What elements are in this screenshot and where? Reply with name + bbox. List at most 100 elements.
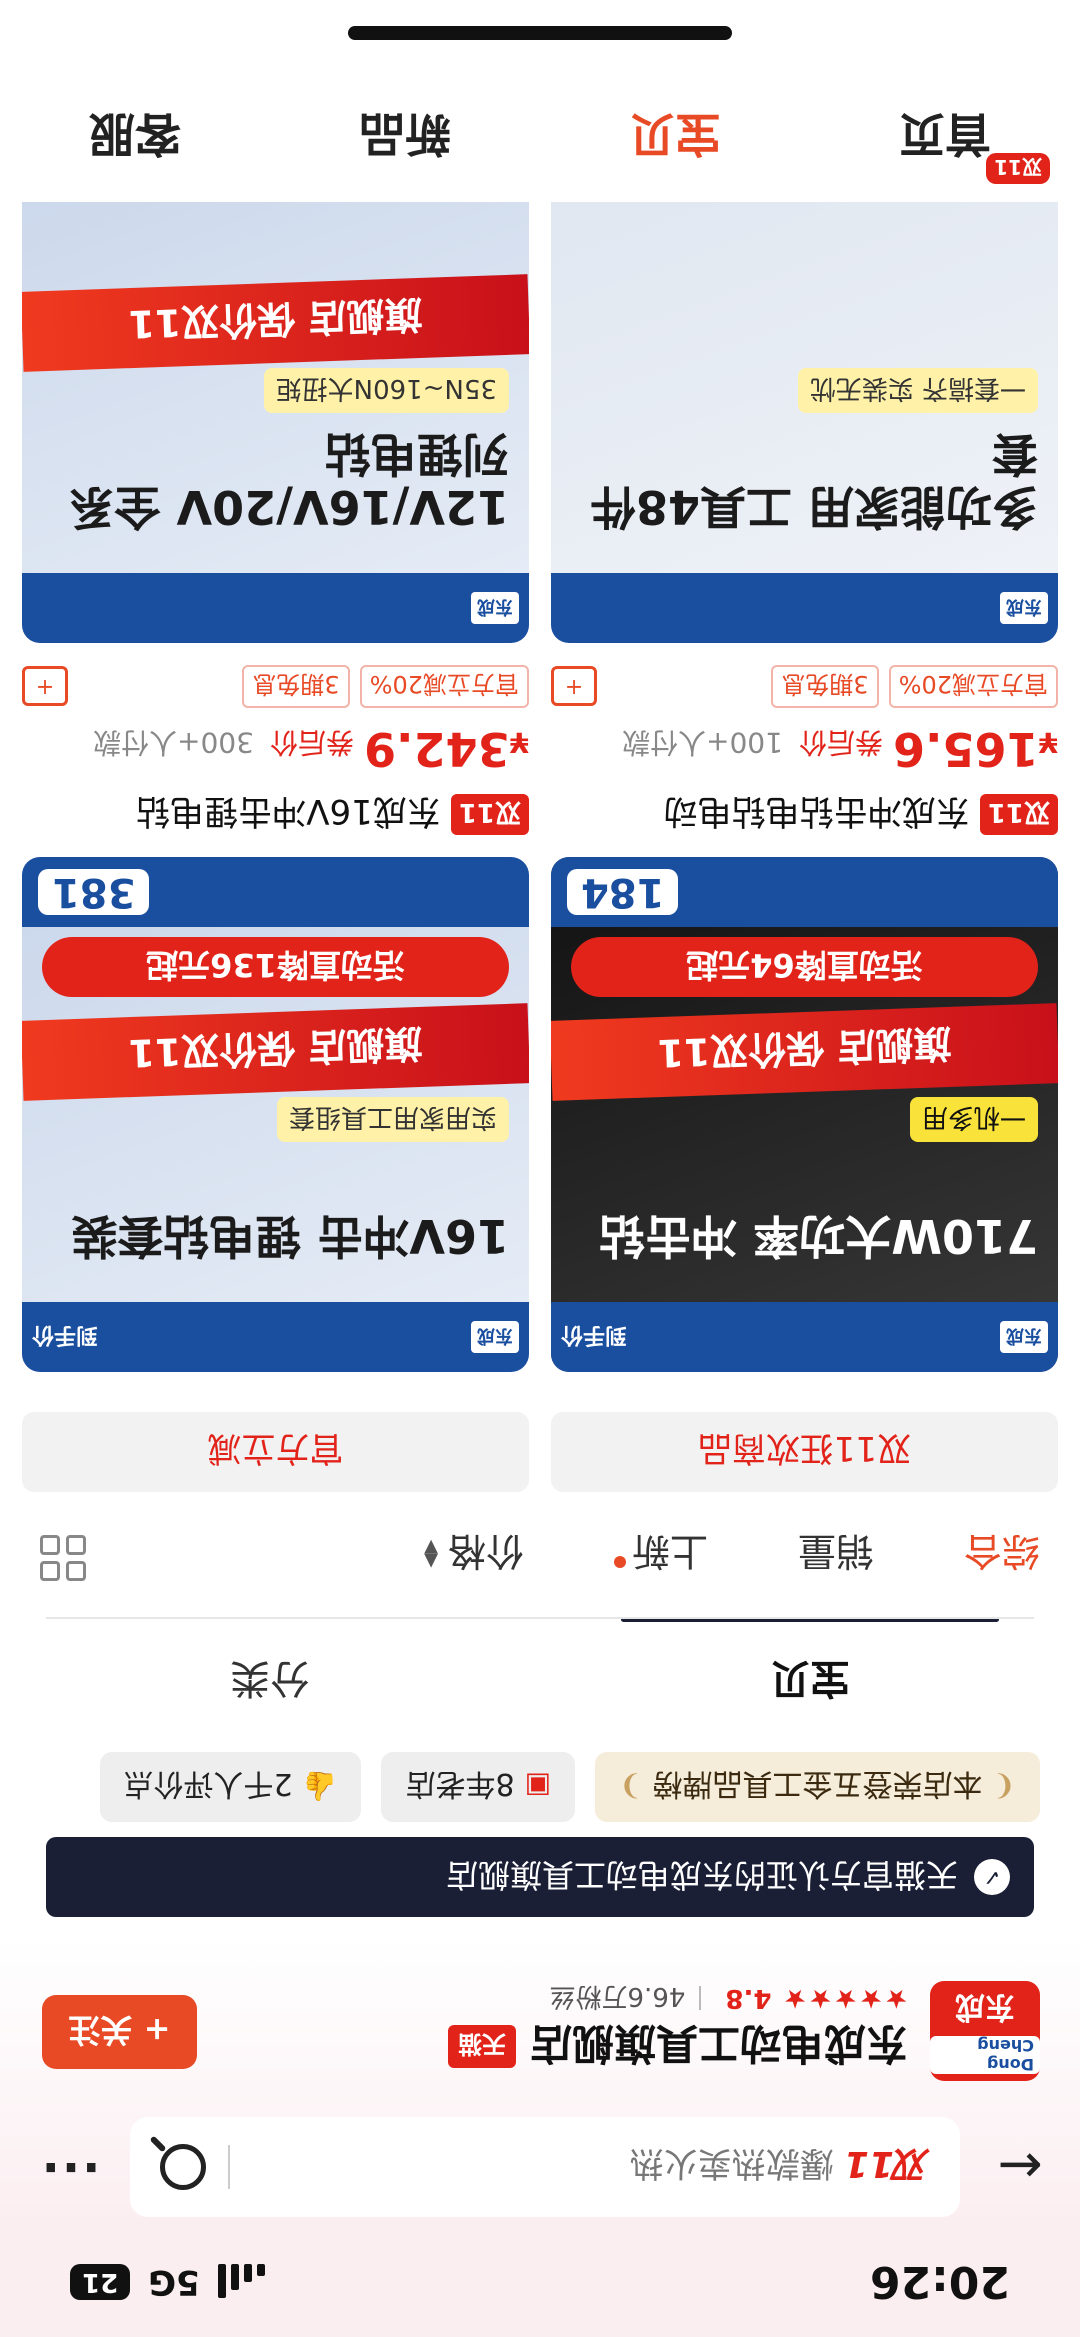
shop-name[interactable]: 东成电动工具旗舰店 — [530, 2016, 908, 2077]
nav-new[interactable]: 新品 — [270, 104, 540, 170]
laurel-icon: ❨ — [992, 1770, 1016, 1804]
product-image[interactable]: 东成 多功能家用 工具48件套 一套搞齐 实装无忧 — [551, 128, 1058, 643]
product-title[interactable]: 东成16V冲击锂电钻 — [136, 790, 441, 839]
certified-banner[interactable]: ✓ 天猫官方认证的东成电动工具旗舰店 — [46, 1837, 1034, 1917]
chip-store-age[interactable]: ▣ 8年老店 — [381, 1752, 576, 1822]
price-label: 券后价 — [798, 726, 883, 759]
screen: 20:26 5G 21 ← 双11 爆款热卖火热 ··· Dong Cheng … — [0, 0, 1080, 2337]
shop-tabs: 宝贝 分类 — [0, 1617, 1080, 1747]
network-label: 5G — [148, 2262, 200, 2302]
more-icon[interactable]: ··· — [10, 2139, 130, 2195]
add-to-cart-icon[interactable]: + — [22, 666, 68, 707]
signal-icon — [217, 2264, 265, 2300]
category-buttons: 双11狂欢商品 官方立减 — [0, 1382, 1080, 1492]
image-bottom-bar: 381 — [22, 857, 529, 927]
product-price: 342.9 — [364, 722, 510, 776]
nav-service[interactable]: 客服 — [0, 104, 270, 170]
product-title[interactable]: 东成冲击钻电钻电动 — [664, 790, 970, 839]
logo-text: 东成 — [955, 1989, 1015, 2024]
price-row: ¥ 165.6 券后价 100+人付款 — [551, 722, 1058, 776]
category-discount[interactable]: 官方立减 — [22, 1412, 529, 1492]
sort-price[interactable]: 价格 ▲ ▼ — [424, 1527, 524, 1582]
nav-badge: 双11 — [986, 153, 1050, 184]
nav-home[interactable]: 首页 双11 — [810, 104, 1080, 184]
sort-new[interactable]: 上新 — [613, 1527, 708, 1582]
back-arrow-icon[interactable]: ← — [960, 2136, 1080, 2199]
product-title-row: 双11 东成16V冲击锂电钻 — [22, 790, 529, 839]
shop-rating: ★★★★★ 4.8 46.6万粉丝 — [549, 1980, 908, 2017]
nav-label: 首页 — [899, 107, 991, 161]
product-card[interactable]: 东成 12V/16V/20V 全系列锂电钻 35N~160N大扭矩 旗舰店 保价… — [22, 128, 529, 643]
battery-icon: 21 — [70, 2264, 131, 2300]
chip-rank[interactable]: ❨ 本店荣登五金工具品牌榜 ❩ — [595, 1752, 1040, 1822]
product-grid: 东成 到手价 710W大功率 冲击钻 一机多用 旗舰店 保价双11 活动直降64元… — [0, 118, 1080, 1382]
product-badge: 双11 — [979, 794, 1058, 835]
search-icon[interactable] — [160, 2144, 206, 2190]
shop-logo[interactable]: Dong Cheng 东成 — [930, 1981, 1040, 2081]
shop-name-row: 东成电动工具旗舰店 天猫 — [447, 2016, 908, 2077]
chip-label: 8年老店 — [405, 1766, 515, 1801]
image-headline: 多功能家用 工具48件套 — [589, 427, 1038, 534]
bottom-nav: 首页 双11 宝贝 新品 客服 — [0, 0, 1080, 202]
image-drop: 活动直降64元起 — [571, 937, 1038, 997]
laurel-icon: ❩ — [619, 1770, 643, 1804]
shop-info: Dong Cheng 东成 东成电动工具旗舰店 天猫 ★★★★★ 4.8 46.… — [0, 1967, 1080, 2097]
image-top-bar: 东成 到手价 — [22, 1302, 529, 1372]
search-placeholder: 爆款热卖火热 — [629, 2143, 834, 2184]
shield-check-icon: ✓ — [974, 1859, 1010, 1895]
product-tag: 3期免息 — [771, 665, 879, 708]
status-right: 5G 21 — [70, 2262, 265, 2302]
sort-sales[interactable]: 销量 — [798, 1527, 874, 1582]
home-indicator — [348, 26, 732, 40]
chip-label: 本店荣登五金工具品牌榜 — [652, 1766, 983, 1801]
image-num: 381 — [38, 869, 150, 915]
status-bar: 20:26 5G 21 — [0, 2227, 1080, 2337]
image-headline: 710W大功率 冲击钻 — [599, 1209, 1038, 1263]
store-icon: ▣ — [524, 1770, 552, 1804]
sort-label: 价格 — [447, 1529, 524, 1573]
image-num: 184 — [567, 869, 679, 915]
product-tag: 官方立减20% — [888, 665, 1058, 708]
search-input[interactable]: 双11 爆款热卖火热 — [130, 2117, 960, 2217]
rating-divider — [699, 1986, 702, 2011]
price-label: 券后价 — [269, 726, 354, 759]
tab-products[interactable]: 宝贝 — [540, 1617, 1080, 1747]
new-dot — [613, 1556, 626, 1569]
image-top-bar: 东成 到手价 — [551, 1302, 1058, 1372]
image-top-bar: 东成 — [22, 573, 529, 643]
tab-categories[interactable]: 分类 — [0, 1617, 540, 1747]
product-badge: 双11 — [450, 794, 529, 835]
sort-label: 综合 — [963, 1529, 1040, 1573]
product-card[interactable]: 东成 到手价 710W大功率 冲击钻 一机多用 旗舰店 保价双11 活动直降64元… — [551, 665, 1058, 1372]
product-title-row: 双11 东成冲击钻电钻电动 — [551, 790, 1058, 839]
product-image[interactable]: 东成 12V/16V/20V 全系列锂电钻 35N~160N大扭矩 旗舰店 保价… — [22, 128, 529, 643]
image-headline: 12V/16V/20V 全系列锂电钻 — [68, 427, 509, 534]
image-flag: 旗舰店 保价双11 — [22, 1003, 529, 1101]
search-row: ← 双11 爆款热卖火热 ··· — [0, 2107, 1080, 2227]
category-double11[interactable]: 双11狂欢商品 — [551, 1412, 1058, 1492]
shop-header: ← 双11 爆款热卖火热 ··· Dong Cheng 东成 东成电动工具旗舰店… — [0, 1747, 1080, 2227]
image-sub: 35N~160N大扭矩 — [263, 368, 509, 413]
product-image[interactable]: 东成 到手价 710W大功率 冲击钻 一机多用 旗舰店 保价双11 活动直降64元… — [551, 857, 1058, 1372]
product-card[interactable]: 东成 多功能家用 工具48件套 一套搞齐 实装无忧 — [551, 128, 1058, 643]
product-tag: 官方立减20% — [359, 665, 529, 708]
product-image[interactable]: 东成 到手价 16V冲击 锂电钻套装 实用家用工具组套 旗舰店 保价双11 活动直… — [22, 857, 529, 1372]
sort-bar: 综合 销量 上新 价格 ▲ ▼ — [0, 1492, 1080, 1617]
grid-view-icon[interactable] — [40, 1535, 86, 1581]
follow-button[interactable]: + 关注 — [42, 1995, 197, 2069]
add-to-cart-icon[interactable]: + — [551, 666, 597, 707]
shop-chips: ❨ 本店荣登五金工具品牌榜 ❩ ▣ 8年老店 👍 2千人评价点 — [0, 1752, 1080, 1822]
image-top-bar: 东成 — [551, 573, 1058, 643]
product-card[interactable]: 东成 到手价 16V冲击 锂电钻套装 实用家用工具组套 旗舰店 保价双11 活动直… — [22, 665, 529, 1372]
chip-label: 2千人评价点 — [123, 1766, 293, 1801]
chip-reviews[interactable]: 👍 2千人评价点 — [99, 1752, 362, 1822]
image-flag: 旗舰店 保价双11 — [551, 1003, 1058, 1101]
image-sub: 实用家用工具组套 — [276, 1097, 509, 1142]
sort-label: 销量 — [797, 1529, 874, 1573]
nav-products[interactable]: 宝贝 — [540, 104, 810, 170]
sort-overall[interactable]: 综合 — [964, 1527, 1040, 1582]
image-sub: 一套搞齐 实装无忧 — [797, 368, 1038, 413]
sort-label: 上新 — [631, 1529, 708, 1573]
fans-count: 46.6万粉丝 — [549, 1981, 686, 2011]
banner-text: 天猫官方认证的东成电动工具旗舰店 — [445, 1856, 958, 1894]
